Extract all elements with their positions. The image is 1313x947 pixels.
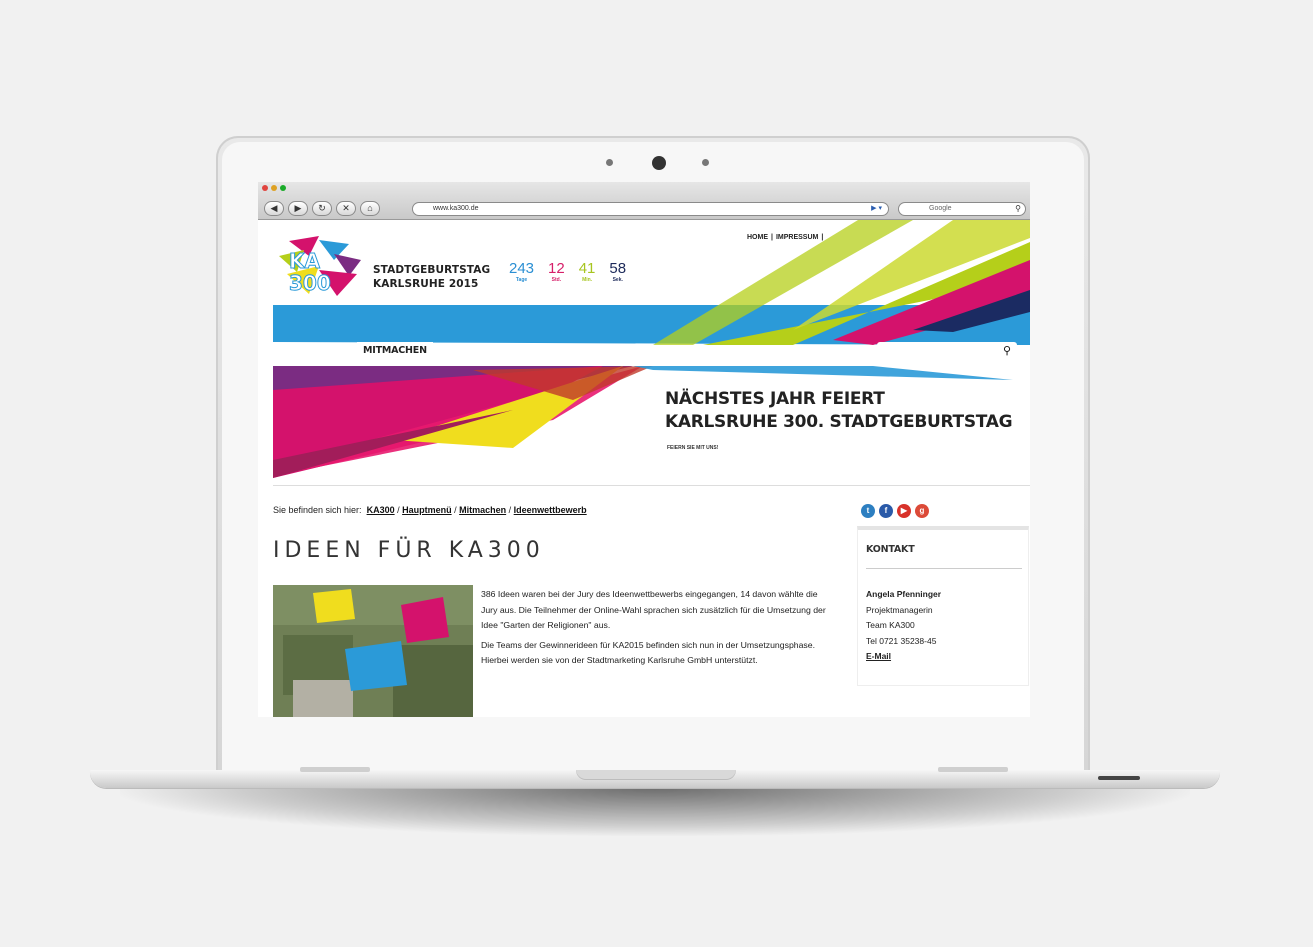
- countdown-value: 41: [578, 260, 596, 277]
- search-engine-label: Google: [929, 205, 952, 212]
- countdown-unit: Std.: [551, 277, 562, 283]
- countdown-value: 58: [609, 260, 627, 277]
- product-photo-background: ◀ ▶ ↻ ✕ ⌂ www.ka300.de ▶ ▾ Google ⚲ KA 3…: [0, 0, 1313, 947]
- base-slot: [1098, 776, 1140, 780]
- home-button[interactable]: ⌂: [360, 201, 380, 216]
- contact-box: KONTAKT Angela Pfenninger Projektmanager…: [857, 526, 1029, 686]
- logo-tagline: STADTGEBURTSTAG KARLSRUHE 2015: [373, 263, 490, 291]
- camera-dot-left: [606, 159, 613, 166]
- divider: [273, 485, 1030, 486]
- nav-mitmachen[interactable]: MITMACHEN: [357, 342, 433, 359]
- stop-button[interactable]: ✕: [336, 201, 356, 216]
- impressum-link[interactable]: IMPRESSUM: [776, 234, 818, 241]
- laptop-base: [90, 767, 1220, 788]
- contact-name: Angela Pfenninger: [866, 589, 942, 599]
- contact-rule: [866, 568, 1022, 569]
- nav-hintergrund[interactable]: HINTERGRUND: [450, 345, 526, 356]
- nav-service[interactable]: SERVICE: [622, 345, 666, 356]
- nav-partner[interactable]: PARTNER: [689, 345, 736, 356]
- laptop-screen: ◀ ▶ ↻ ✕ ⌂ www.ka300.de ▶ ▾ Google ⚲ KA 3…: [258, 182, 1030, 717]
- contact-email-link[interactable]: E-Mail: [866, 651, 891, 661]
- youtube-icon[interactable]: ▶: [897, 504, 911, 518]
- article-body: 386 Ideen waren bei der Jury des Ideenwe…: [481, 587, 831, 673]
- browser-search-field[interactable]: Google ⚲: [898, 202, 1026, 216]
- base-notch: [576, 770, 736, 780]
- contact-team: Team KA300: [866, 620, 915, 630]
- zoom-window-icon[interactable]: [280, 185, 286, 191]
- toplink-separator: |: [771, 234, 773, 241]
- address-bar[interactable]: www.ka300.de ▶ ▾: [412, 202, 889, 216]
- camera-dot-right: [702, 159, 709, 166]
- webpage: KA 300 STADTGEBURTSTAG KARLSRUHE 2015 24…: [273, 220, 1030, 717]
- window-controls: [262, 185, 286, 191]
- countdown-seconds: 58 Sek.: [609, 260, 626, 283]
- laptop-shadow: [120, 788, 1190, 836]
- hero-heading-line-2: KARLSRUHE 300. STADTGEBURTSTAG: [665, 412, 1013, 432]
- site-search-input[interactable]: ⚲: [877, 342, 1017, 360]
- countdown-unit: Sek.: [612, 277, 623, 283]
- camera-icon: [652, 156, 666, 170]
- logo-line-2: KARLSRUHE 2015: [373, 278, 479, 290]
- reload-button[interactable]: ↻: [312, 201, 332, 216]
- breadcrumb-ka300[interactable]: KA300: [367, 505, 395, 515]
- contact-phone: Tel 0721 35238-45: [866, 635, 937, 646]
- minimize-window-icon[interactable]: [271, 185, 277, 191]
- forward-button[interactable]: ▶: [288, 201, 308, 216]
- url-text: www.ka300.de: [433, 205, 479, 212]
- contact-heading: KONTAKT: [866, 544, 915, 555]
- social-links: t f ▶ g: [861, 504, 929, 518]
- aerial-photo: [273, 585, 473, 717]
- search-icon: ⚲: [1015, 204, 1021, 213]
- contact-role: Projektmanagerin: [866, 604, 933, 615]
- close-window-icon[interactable]: [262, 185, 268, 191]
- page-title: IDEEN FÜR KA300: [273, 538, 545, 563]
- countdown-unit: Min.: [582, 277, 593, 283]
- hero-subline: FEIERN SIE MIT UNS!: [667, 445, 719, 451]
- article-paragraph: Die Teams der Gewinnerideen für KA2015 b…: [481, 639, 816, 666]
- hero-heading: NÄCHSTES JAHR FEIERT KARLSRUHE 300. STAD…: [665, 388, 1013, 434]
- breadcrumb-ideenwettbewerb[interactable]: Ideenwettbewerb: [514, 505, 587, 515]
- contact-info: Angela Pfenninger Projektmanagerin Team …: [866, 587, 941, 665]
- breadcrumb: Sie befinden sich hier: KA300 / Hauptmen…: [273, 505, 587, 515]
- base-hinge-left: [300, 767, 370, 772]
- nav-programm[interactable]: PROGRAMM: [285, 345, 347, 356]
- hero-heading-line-1: NÄCHSTES JAHR FEIERT: [665, 389, 885, 409]
- countdown: 243 Tage 12 Std. 41 Min. 58 Sek.: [509, 260, 626, 283]
- googleplus-icon[interactable]: g: [915, 504, 929, 518]
- breadcrumb-prefix: Sie befinden sich hier:: [273, 505, 362, 515]
- breadcrumb-hauptmenue[interactable]: Hauptmenü: [402, 505, 452, 515]
- countdown-minutes: 41 Min.: [579, 260, 596, 283]
- countdown-days: 243 Tage: [509, 260, 534, 283]
- search-icon[interactable]: ⚲: [1003, 344, 1011, 357]
- back-button[interactable]: ◀: [264, 201, 284, 216]
- photo-graphic: [273, 585, 473, 717]
- nav-aktuelles[interactable]: AKTUELLES: [541, 345, 600, 356]
- main-nav: PROGRAMM MITMACHEN HINTERGRUND AKTUELLES…: [273, 340, 1030, 362]
- ka300-logo: KA 300: [279, 236, 361, 296]
- countdown-value: 12: [548, 260, 565, 277]
- toplink-separator: |: [821, 234, 824, 241]
- base-hinge-right: [938, 767, 1008, 772]
- countdown-unit: Tage: [515, 277, 528, 283]
- svg-text:300: 300: [289, 271, 331, 295]
- twitter-icon[interactable]: t: [861, 504, 875, 518]
- countdown-hours: 12 Std.: [548, 260, 565, 283]
- rss-icon[interactable]: ▶ ▾: [871, 203, 882, 215]
- logo-line-1: STADTGEBURTSTAG: [373, 264, 491, 276]
- home-link[interactable]: HOME: [747, 234, 768, 241]
- top-links: HOME | IMPRESSUM |: [747, 234, 826, 241]
- article-paragraph: 386 Ideen waren bei der Jury des Ideenwe…: [481, 589, 826, 630]
- facebook-icon[interactable]: f: [879, 504, 893, 518]
- countdown-value: 243: [509, 260, 535, 277]
- breadcrumb-mitmachen[interactable]: Mitmachen: [459, 505, 506, 515]
- svg-text:KA: KA: [289, 249, 320, 273]
- browser-toolbar: ◀ ▶ ↻ ✕ ⌂ www.ka300.de ▶ ▾ Google ⚲: [258, 182, 1030, 220]
